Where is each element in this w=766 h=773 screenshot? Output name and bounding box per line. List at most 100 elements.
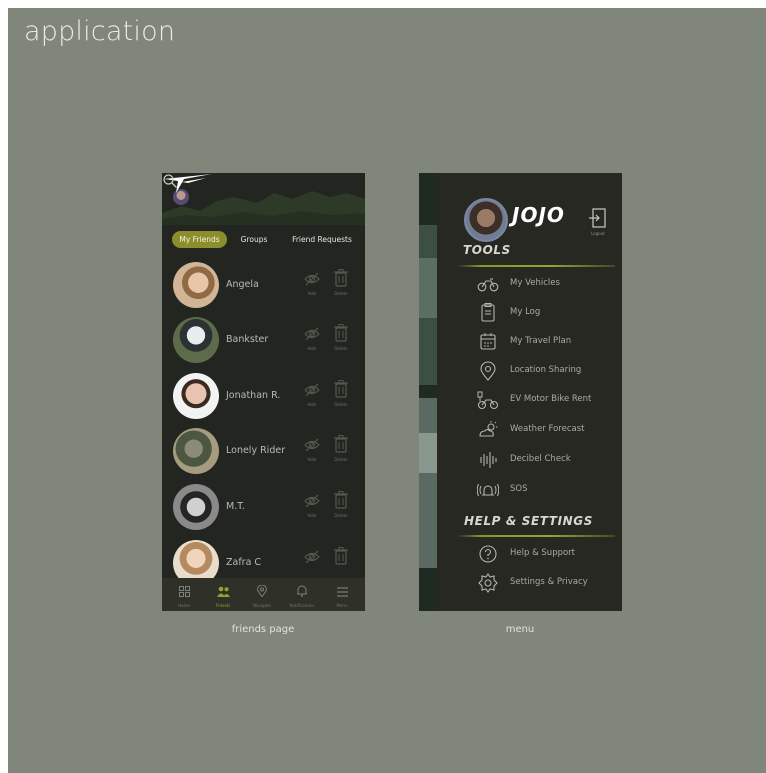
help-underline	[457, 535, 615, 537]
menu-item-travel-plan[interactable]: My Travel Plan	[477, 331, 617, 353]
friend-row[interactable]: Lonely Rider Hide Delete	[162, 427, 365, 481]
menu-item-ev-bike-rent[interactable]: EV Motor Bike Rent	[477, 389, 617, 411]
friend-row[interactable]: M.T. Hide Delete	[162, 483, 365, 537]
friend-avatar	[173, 262, 219, 308]
menu-item-settings-privacy[interactable]: Settings & Privacy	[477, 572, 617, 594]
location-pin-icon	[480, 361, 496, 381]
menu-page-frame: JOJO Logout TOOLS My Vehicles My Log My …	[419, 173, 622, 611]
eye-slash-icon[interactable]	[304, 382, 320, 398]
nav-label: Navigate	[253, 603, 271, 608]
tab-friend-requests[interactable]: Friend Requests	[282, 231, 362, 248]
pin-icon	[256, 584, 268, 598]
ev-bike-icon	[477, 391, 499, 410]
nav-label: Home	[178, 603, 190, 608]
bottom-navigation: Home Friends Navigate Notifications Menu	[162, 578, 365, 611]
friend-name: Zafra C	[226, 557, 262, 568]
trash-icon[interactable]	[334, 269, 348, 287]
friends-page-caption: friends page	[231, 624, 295, 635]
menu-item-label: Help & Support	[510, 548, 576, 558]
menu-item-label: EV Motor Bike Rent	[510, 394, 592, 404]
weather-icon	[479, 421, 498, 437]
trash-icon[interactable]	[334, 547, 348, 565]
profile-avatar[interactable]	[464, 198, 508, 242]
menu-item-decibel[interactable]: Decibel Check	[477, 449, 617, 471]
menu-item-weather[interactable]: Weather Forecast	[477, 419, 617, 441]
friend-row[interactable]: Jonathan R. Hide Delete	[162, 372, 365, 426]
nav-notifications[interactable]: Notifications	[284, 582, 320, 608]
nav-label: Menu	[336, 603, 348, 608]
eye-slash-icon[interactable]	[304, 549, 320, 565]
soundwave-icon	[480, 452, 497, 468]
nav-home[interactable]: Home	[166, 582, 202, 608]
design-board: application	[8, 8, 766, 773]
hide-label: Hide	[307, 513, 317, 518]
hide-label: Hide	[307, 457, 317, 462]
delete-label: Delete	[334, 291, 348, 296]
tools-underline	[457, 265, 615, 267]
friend-name: Bankster	[226, 334, 269, 345]
delete-label: Delete	[334, 457, 348, 462]
friend-name: Angela	[226, 279, 259, 290]
tab-groups[interactable]: Groups	[234, 231, 274, 248]
question-icon	[479, 545, 497, 563]
menu-item-my-log[interactable]: My Log	[477, 302, 617, 324]
trash-icon[interactable]	[334, 435, 348, 453]
clipboard-icon	[481, 303, 495, 322]
eye-slash-icon[interactable]	[304, 437, 320, 453]
hide-label: Hide	[307, 291, 317, 296]
menu-item-my-vehicles[interactable]: My Vehicles	[477, 273, 617, 295]
delete-label: Delete	[334, 346, 348, 351]
delete-label: Delete	[334, 513, 348, 518]
friends-page-frame: My Friends Groups Friend Requests Angela…	[162, 173, 365, 611]
menu-page-caption: menu	[505, 624, 535, 635]
menu-item-label: Weather Forecast	[510, 424, 585, 434]
menu-item-label: My Travel Plan	[510, 336, 572, 346]
hide-label: Hide	[307, 402, 317, 407]
friends-header	[162, 173, 365, 225]
friend-avatar	[173, 373, 219, 419]
menu-item-location-sharing[interactable]: Location Sharing	[477, 360, 617, 382]
nav-navigate[interactable]: Navigate	[244, 582, 280, 608]
logout-label: Logout	[591, 231, 605, 236]
nav-label: Notifications	[289, 603, 315, 608]
delete-label: Delete	[334, 402, 348, 407]
friend-name: Lonely Rider	[226, 445, 286, 456]
trash-icon[interactable]	[334, 491, 348, 509]
eye-slash-icon[interactable]	[304, 493, 320, 509]
logout-icon[interactable]	[589, 207, 607, 231]
search-icon[interactable]	[162, 173, 178, 189]
nav-menu[interactable]: Menu	[324, 582, 360, 608]
hamburger-icon	[336, 587, 348, 597]
menu-item-sos[interactable]: SOS	[477, 479, 617, 501]
friend-name: M.T.	[226, 501, 245, 512]
tools-section-title: TOOLS	[463, 243, 511, 257]
friend-row[interactable]: Angela Hide Delete	[162, 261, 365, 315]
friends-tabs: My Friends Groups Friend Requests	[172, 231, 362, 249]
bell-icon	[297, 585, 307, 597]
menu-item-label: SOS	[510, 484, 528, 494]
help-section-title: HELP & SETTINGS	[464, 514, 593, 528]
menu-item-label: Decibel Check	[510, 454, 571, 464]
profile-name: JOJO	[512, 203, 565, 227]
grid-icon	[178, 586, 190, 597]
friend-name: Jonathan R.	[226, 390, 281, 401]
gear-icon	[478, 573, 498, 593]
friend-avatar	[173, 317, 219, 363]
nav-friends[interactable]: Friends	[205, 582, 241, 608]
menu-item-label: My Vehicles	[510, 278, 560, 288]
friend-row[interactable]: Bankster Hide Delete	[162, 316, 365, 370]
tab-my-friends[interactable]: My Friends	[172, 231, 227, 248]
trash-icon[interactable]	[334, 380, 348, 398]
menu-item-label: My Log	[510, 307, 541, 317]
sos-signal-icon	[477, 483, 499, 497]
trash-icon[interactable]	[334, 324, 348, 342]
hide-label: Hide	[307, 346, 317, 351]
eye-slash-icon[interactable]	[304, 271, 320, 287]
people-icon	[216, 586, 230, 597]
menu-item-help-support[interactable]: Help & Support	[477, 543, 617, 565]
eye-slash-icon[interactable]	[304, 326, 320, 342]
board-title: application	[24, 16, 176, 47]
menu-item-label: Location Sharing	[510, 365, 582, 375]
nav-label: Friends	[215, 603, 231, 608]
friend-avatar	[173, 484, 219, 530]
